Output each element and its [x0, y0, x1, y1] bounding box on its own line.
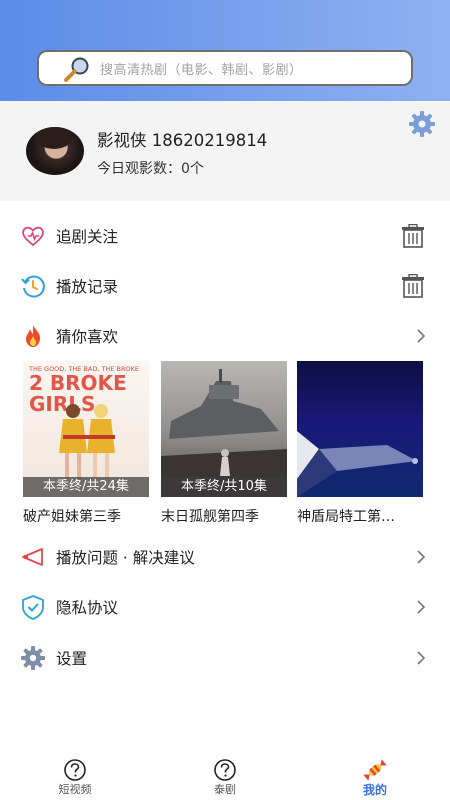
menu-item-privacy[interactable]: 隐私协议 [0, 582, 450, 632]
tab-label-short-video: 短视频 [58, 783, 92, 796]
chevron-right-icon [417, 651, 426, 665]
episode-badge: 本季终/共10集 [161, 477, 287, 497]
poster-abstract-art [297, 431, 418, 497]
megaphone-icon [22, 548, 43, 566]
chevron-right-icon [417, 550, 426, 564]
gear-icon [21, 646, 45, 670]
menu-label-feedback: 播放问题 · 解决建议 [56, 549, 195, 567]
menu-item-history[interactable]: 播放记录 [0, 261, 450, 311]
heart-icon [22, 226, 44, 247]
candy-icon [363, 759, 387, 781]
shield-icon [22, 595, 44, 620]
recommendation-card[interactable]: 本季终/共10集 末日孤舰第四季 [161, 361, 287, 526]
recommendation-card[interactable]: 神盾局特工第… [297, 361, 423, 526]
trash-icon[interactable] [400, 274, 426, 298]
question-circle-icon [64, 759, 86, 781]
trash-icon[interactable] [400, 224, 426, 248]
menu-item-settings[interactable]: 设置 [0, 633, 450, 683]
menu-label-guess: 猜你喜欢 [56, 328, 119, 346]
recommendation-list: THE GOOD, THE BAD, THE BROKE 2 BROKE GIR… [23, 361, 427, 531]
card-title: 破产姐妹第三季 [23, 509, 121, 525]
chevron-right-icon [417, 600, 426, 614]
card-title: 末日孤舰第四季 [161, 509, 259, 525]
episode-badge: 本季终/共24集 [23, 477, 149, 497]
menu-label-history: 播放记录 [56, 278, 119, 296]
menu-item-feedback[interactable]: 播放问题 · 解决建议 [0, 532, 450, 582]
bottom-tab-bar: 短视频 泰剧 我的 [0, 750, 450, 800]
tab-label-thai-drama: 泰剧 [214, 783, 236, 796]
poster-figures [59, 404, 115, 479]
poster-image: THE GOOD, THE BAD, THE BROKE 2 BROKE GIR… [23, 361, 149, 497]
menu-label-privacy: 隐私协议 [56, 599, 119, 617]
menu-label-settings: 设置 [56, 650, 88, 668]
menu-item-guess-you-like[interactable]: 猜你喜欢 [0, 311, 450, 361]
watch-today-count: 今日观影数：0个 [97, 161, 204, 177]
history-clock-icon [21, 275, 45, 298]
search-placeholder: 搜高清热剧（电影、韩剧、影剧） [100, 62, 303, 78]
poster-image: 本季终/共10集 [161, 361, 287, 497]
search-icon [64, 57, 89, 82]
top-header: 搜高清热剧（电影、韩剧、影剧） [0, 0, 450, 101]
user-name: 影视侠 18620219814 [97, 131, 268, 150]
poster-image [297, 361, 423, 497]
profile-card: 影视侠 18620219814 今日观影数：0个 [0, 101, 450, 201]
menu-item-follow[interactable]: 追剧关注 [0, 211, 450, 261]
card-title: 神盾局特工第… [297, 509, 395, 525]
question-circle-icon [214, 759, 236, 781]
tab-short-video[interactable]: 短视频 [35, 750, 115, 800]
gear-icon[interactable] [408, 110, 436, 138]
tab-thai-drama[interactable]: 泰剧 [185, 750, 265, 800]
recommendation-card[interactable]: THE GOOD, THE BAD, THE BROKE 2 BROKE GIR… [23, 361, 149, 526]
chevron-right-icon [417, 329, 426, 343]
tab-mine[interactable]: 我的 [335, 750, 415, 800]
fire-icon [26, 325, 40, 347]
avatar[interactable] [26, 127, 84, 175]
tab-label-mine: 我的 [362, 783, 387, 797]
menu-label-follow: 追剧关注 [56, 228, 119, 246]
search-bar[interactable]: 搜高清热剧（电影、韩剧、影剧） [37, 50, 413, 86]
